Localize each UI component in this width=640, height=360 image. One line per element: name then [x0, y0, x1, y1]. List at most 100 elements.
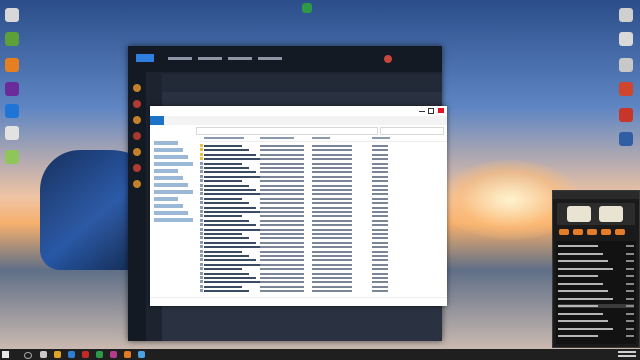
vu-meter-left — [567, 206, 591, 222]
taskbar-icon-8[interactable] — [138, 351, 145, 358]
launcher-game-7[interactable] — [133, 180, 141, 188]
playlist — [556, 241, 636, 344]
column-header-size[interactable] — [372, 137, 390, 139]
desktop-icon-r1[interactable] — [619, 8, 633, 22]
nav-item[interactable] — [154, 197, 178, 201]
playlist-item[interactable] — [558, 327, 634, 331]
nav-item[interactable] — [154, 176, 183, 180]
taskbar-icon-4[interactable] — [82, 351, 89, 358]
playlist-item[interactable] — [558, 267, 634, 271]
nav-item[interactable] — [154, 211, 188, 215]
playlist-item[interactable] — [558, 334, 634, 338]
launcher-tab-3[interactable] — [228, 57, 252, 60]
nav-item[interactable] — [154, 148, 183, 152]
column-header-type[interactable] — [312, 137, 330, 139]
column-header-name[interactable] — [204, 137, 244, 139]
taskbar-icon-6[interactable] — [110, 351, 117, 358]
track-title — [558, 260, 608, 262]
launcher-game-2[interactable] — [133, 100, 141, 108]
playlist-item[interactable] — [558, 244, 634, 248]
player-button-1[interactable] — [559, 229, 569, 235]
taskbar-icon-2[interactable] — [54, 351, 61, 358]
taskbar-icon-3[interactable] — [68, 351, 75, 358]
taskbar-icon-1[interactable] — [40, 351, 47, 358]
nav-item[interactable] — [154, 169, 178, 173]
address-bar[interactable] — [196, 127, 378, 135]
track-title — [558, 252, 603, 255]
desktop-icon-r3[interactable] — [619, 58, 633, 72]
track-duration — [626, 275, 634, 277]
minimize-icon[interactable] — [419, 108, 425, 112]
launcher-tab-2[interactable] — [198, 57, 222, 60]
launcher-avatar[interactable] — [384, 55, 392, 63]
column-header-date[interactable] — [260, 137, 294, 139]
track-title — [558, 335, 598, 337]
close-icon[interactable] — [438, 108, 444, 113]
launcher-game-3[interactable] — [133, 116, 141, 124]
clock[interactable] — [618, 351, 636, 353]
player-button-4[interactable] — [601, 229, 611, 235]
nav-item[interactable] — [154, 218, 193, 222]
track-duration — [626, 297, 634, 300]
nav-item[interactable] — [154, 162, 193, 166]
playlist-item[interactable] — [558, 274, 634, 278]
desktop-icon-1[interactable] — [5, 8, 19, 22]
row-cell-nm — [204, 290, 249, 293]
player-button-2[interactable] — [573, 229, 583, 235]
playlist-item[interactable] — [558, 312, 634, 316]
nav-item[interactable] — [154, 141, 178, 145]
search-icon[interactable] — [24, 352, 32, 359]
taskbar-icon-7[interactable] — [124, 351, 131, 358]
playlist-item[interactable] — [558, 319, 634, 323]
nav-item[interactable] — [154, 190, 193, 194]
launcher-logo-icon — [136, 54, 154, 62]
player-button-3[interactable] — [587, 229, 597, 235]
launcher-tab-1[interactable] — [168, 57, 192, 60]
table-row[interactable] — [200, 288, 447, 293]
file-explorer-window[interactable] — [150, 106, 447, 306]
track-duration — [626, 320, 634, 322]
desktop-icon-r5[interactable] — [619, 108, 633, 122]
desktop-icon-r2[interactable] — [619, 32, 633, 46]
desktop-icon-6[interactable] — [5, 126, 19, 140]
track-title — [558, 267, 613, 270]
ribbon-file-tab[interactable] — [150, 116, 164, 125]
media-player-window[interactable] — [552, 190, 640, 348]
launcher-game-4[interactable] — [133, 132, 141, 140]
status-bar — [150, 297, 447, 306]
desktop-icon-4[interactable] — [5, 82, 19, 96]
row-cell-sz — [372, 290, 388, 293]
vu-meter-right — [599, 206, 623, 222]
launcher-game-6[interactable] — [133, 164, 141, 172]
date[interactable] — [618, 355, 636, 357]
file-icon — [200, 289, 203, 293]
launcher-game-1[interactable] — [133, 84, 141, 92]
playlist-item[interactable] — [558, 297, 634, 301]
playlist-item[interactable] — [558, 304, 634, 308]
desktop-icon-2[interactable] — [5, 32, 19, 46]
desktop-icon-r4[interactable] — [619, 82, 633, 96]
track-duration — [626, 335, 634, 337]
launcher-tab-4[interactable] — [258, 57, 282, 60]
maximize-icon[interactable] — [428, 108, 434, 114]
desktop-icon-3[interactable] — [5, 58, 19, 72]
start-button[interactable] — [2, 351, 9, 358]
playlist-item[interactable] — [558, 282, 634, 286]
track-duration — [626, 290, 634, 292]
nav-item[interactable] — [154, 155, 188, 159]
launcher-game-5[interactable] — [133, 148, 141, 156]
desktop-icon-top-center[interactable] — [302, 3, 312, 13]
desktop-icon-r6[interactable] — [619, 132, 633, 146]
nav-item[interactable] — [154, 204, 183, 208]
file-list — [200, 135, 447, 298]
playlist-item[interactable] — [558, 259, 634, 263]
desktop-icon-7[interactable] — [5, 150, 19, 164]
playlist-item[interactable] — [558, 289, 634, 293]
search-input[interactable] — [380, 127, 444, 135]
player-button-5[interactable] — [615, 229, 625, 235]
playlist-item[interactable] — [558, 252, 634, 256]
taskbar-icon-5[interactable] — [96, 351, 103, 358]
nav-item[interactable] — [154, 183, 188, 187]
track-duration — [626, 245, 634, 247]
desktop-icon-5[interactable] — [5, 104, 19, 118]
